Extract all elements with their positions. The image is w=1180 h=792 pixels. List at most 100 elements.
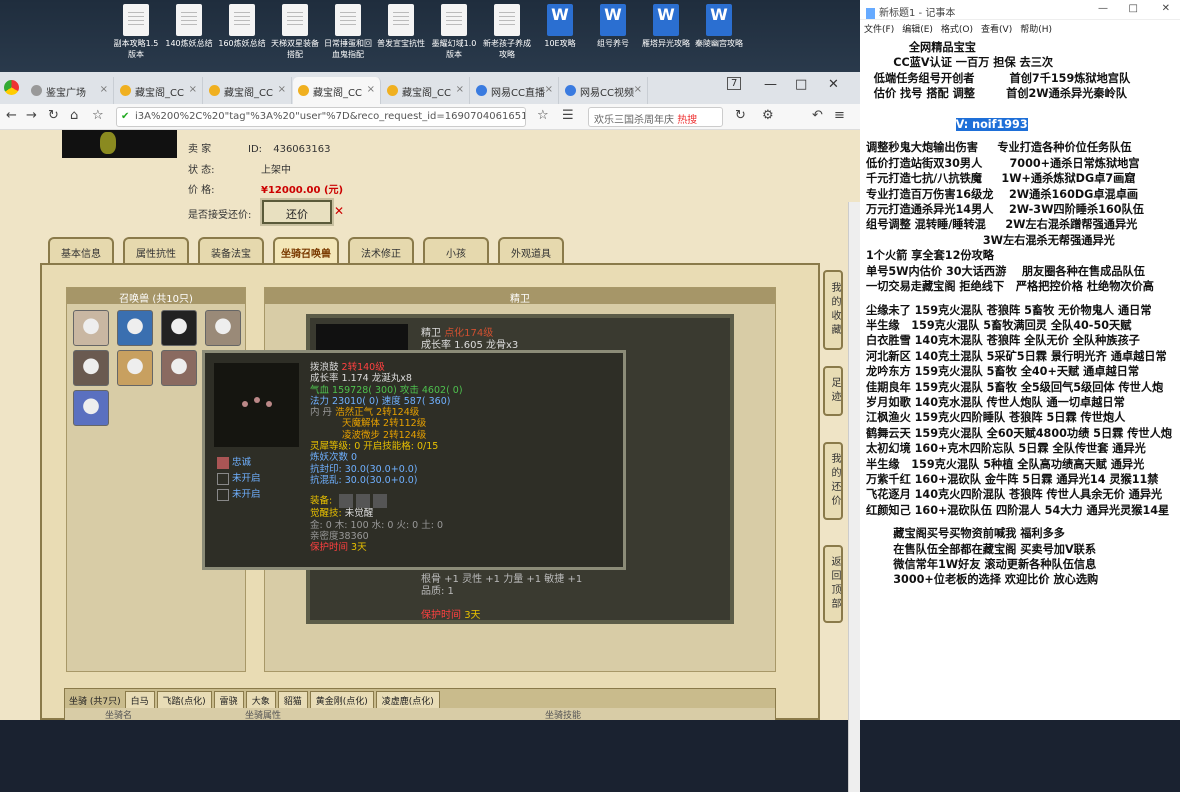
minimize-button[interactable]: — xyxy=(764,77,777,92)
role-thumbnail xyxy=(62,130,177,158)
undo-icon[interactable]: ↶ xyxy=(812,108,823,123)
notepad-menu-5[interactable]: 帮助(H) xyxy=(1020,25,1052,35)
tab-close-icon[interactable]: × xyxy=(100,84,108,95)
browser-tab-7[interactable]: 网易CC视频 × xyxy=(560,77,648,104)
refresh-icon[interactable]: ↻ xyxy=(48,108,59,123)
side-button-1[interactable]: 我的收藏 xyxy=(823,270,843,350)
search-box[interactable]: 欢乐三国杀周年庆 热搜 xyxy=(588,107,723,127)
equip-slot-1[interactable] xyxy=(339,494,354,509)
notepad-close-button[interactable]: ✕ xyxy=(1162,3,1170,14)
pet-avatar-7[interactable] xyxy=(161,350,197,386)
skill-row-3[interactable]: 未开启 xyxy=(217,487,261,503)
reload-icon[interactable]: ↻ xyxy=(735,108,746,123)
desktop-icon-8[interactable]: 新老孩子养成攻略 xyxy=(481,4,533,60)
desktop-icon-11[interactable]: 雁塔异光攻略 xyxy=(640,4,692,49)
browser-toolbar: ← → ↻ ⌂ ☆ ✔ i3A%200%2C%20"tag"%3A%20"user… xyxy=(0,104,860,130)
pet-avatar-2[interactable] xyxy=(117,310,153,346)
notepad-menu-3[interactable]: 格式(O) xyxy=(941,25,973,35)
page-tab-5[interactable]: 法术修正 xyxy=(348,237,414,263)
tab-close-icon[interactable]: × xyxy=(545,84,553,95)
side-button-3[interactable]: 我的还价 xyxy=(823,442,843,520)
tab-close-icon[interactable]: × xyxy=(634,84,642,95)
tooltip-growth: 成长率 1.174 龙涎丸x8 xyxy=(310,373,412,385)
browser-tab-4[interactable]: 藏宝阁_CC × xyxy=(293,77,381,104)
desktop-icon-1[interactable]: 副本攻略1.5版本 xyxy=(110,4,162,60)
page-tab-6[interactable]: 小孩 xyxy=(423,237,489,263)
notepad-line xyxy=(866,295,1180,303)
page-tab-3[interactable]: 装备法宝 xyxy=(198,237,264,263)
menu-icon[interactable]: ☰ xyxy=(562,108,574,123)
desktop-icon-4[interactable]: 天梯双星装备搭配 xyxy=(269,4,321,60)
forward-icon[interactable]: → xyxy=(26,108,37,123)
skill-row-1[interactable]: 忠诚 xyxy=(217,455,261,471)
tooltip-awaken-label: 觉醒技: xyxy=(310,508,342,520)
notepad-maximize-button[interactable]: □ xyxy=(1129,3,1138,14)
browser-tab-2[interactable]: 藏宝阁_CC × xyxy=(115,77,203,104)
tab-favicon-icon xyxy=(209,85,220,96)
seller-id-label: ID: xyxy=(248,144,263,155)
tab-close-icon[interactable]: × xyxy=(367,84,375,95)
desktop-icon-5[interactable]: 日常捶蛋和回血鬼指配 xyxy=(322,4,374,60)
tab-close-icon[interactable]: × xyxy=(278,84,286,95)
pet-avatar-9[interactable] xyxy=(73,390,109,426)
desktop-icon-9[interactable]: 10E攻略 xyxy=(534,4,586,49)
desktop-icon-7[interactable]: 墨耀幻域1.0版本 xyxy=(428,4,480,60)
side-button-2[interactable]: 足迹 xyxy=(823,366,843,416)
page-tab-1[interactable]: 基本信息 xyxy=(48,237,114,263)
back-icon[interactable]: ← xyxy=(6,108,17,123)
maximize-button[interactable]: □ xyxy=(795,77,807,92)
side-button-4[interactable]: 返回顶部 xyxy=(823,545,843,623)
tab-close-icon[interactable]: × xyxy=(189,84,197,95)
pet-avatar-4[interactable] xyxy=(205,310,241,346)
extension-icon[interactable]: ⚙ xyxy=(762,108,774,123)
tab-favicon-icon xyxy=(31,85,42,96)
notepad-menu-1[interactable]: 文件(F) xyxy=(864,25,894,35)
close-button[interactable]: ✕ xyxy=(828,77,839,92)
browser-logo-icon[interactable] xyxy=(4,80,19,95)
pet-list-header: 召唤兽 (共10只) xyxy=(67,288,245,305)
home-icon[interactable]: ⌂ xyxy=(70,108,78,123)
pet-avatar-1[interactable] xyxy=(73,310,109,346)
more-menu-icon[interactable]: ≡ xyxy=(834,108,845,123)
notepad-window: 新标题1 - 记事本 — □ ✕ 文件(F) 编辑(E) 格式(O) 查看(V) 帮助(… xyxy=(860,0,1180,720)
notepad-menu-2[interactable]: 编辑(E) xyxy=(902,25,933,35)
word-document-icon xyxy=(600,4,626,36)
desktop-icon-label: 秦陵幽宫攻略 xyxy=(695,39,743,48)
desktop-icon-10[interactable]: 组号养号 xyxy=(587,4,639,49)
bargain-button[interactable]: 还价 xyxy=(262,200,332,224)
pet-avatar-6[interactable] xyxy=(117,350,153,386)
address-bar[interactable]: ✔ i3A%200%2C%20"tag"%3A%20"user"%7D&reco_… xyxy=(116,107,526,127)
desktop-icon-3[interactable]: 160炼妖总结 xyxy=(216,4,268,49)
browser-tab-5[interactable]: 藏宝阁_CC × xyxy=(382,77,470,104)
word-document-icon xyxy=(706,4,732,36)
bookmark-star-icon[interactable]: ☆ xyxy=(537,108,549,123)
tab-count-badge[interactable]: 7 xyxy=(727,77,742,90)
page-tab-2[interactable]: 属性抗性 xyxy=(123,237,189,263)
notepad-text-area[interactable]: 全网精品宝宝 CC蓝V认证 一百万 担保 去三次 低端任务组号开创者 首创7千1… xyxy=(860,40,1180,720)
tab-close-icon[interactable]: × xyxy=(456,84,464,95)
skill-row-2[interactable]: 未开启 xyxy=(217,471,261,487)
notepad-menu-4[interactable]: 查看(V) xyxy=(981,25,1012,35)
desktop-icon-2[interactable]: 140炼妖总结 xyxy=(163,4,215,49)
desktop-icon-6[interactable]: 普发宣宝抗性 xyxy=(375,4,427,49)
page-scrollbar[interactable] xyxy=(848,202,860,792)
tooltip-intimacy: 亲密度38360 xyxy=(310,530,369,542)
favorite-icon[interactable]: ☆ xyxy=(92,108,104,123)
browser-tab-3[interactable]: 藏宝阁_CC × xyxy=(204,77,292,104)
close-bargain-icon[interactable]: ✕ xyxy=(334,204,344,218)
page-tab-7[interactable]: 外观道具 xyxy=(498,237,564,263)
equip-slot-2[interactable] xyxy=(356,494,371,509)
page-tab-4[interactable]: 坐骑召唤兽 xyxy=(273,237,339,263)
tooltip-mp: 法力 23010( 0) 速度 587( 360) xyxy=(310,395,451,407)
pet-avatar-3[interactable] xyxy=(161,310,197,346)
equip-slot-3[interactable] xyxy=(373,494,388,509)
pet-avatar-5[interactable] xyxy=(73,350,109,386)
status-row: 状 态: 上架中 xyxy=(188,161,291,176)
notepad-menubar: 文件(F) 编辑(E) 格式(O) 查看(V) 帮助(H) xyxy=(860,20,1180,37)
desktop-icon-12[interactable]: 秦陵幽宫攻略 xyxy=(693,4,745,49)
notepad-line: 江枫渔火 159克火四阶睡队 苍狼阵 5日霖 传世炮人 xyxy=(866,411,1126,425)
browser-tab-6[interactable]: 网易CC直播 × xyxy=(471,77,559,104)
browser-tab-1[interactable]: 鉴宝广场 × xyxy=(26,77,114,104)
notepad-line: CC蓝V认证 一百万 担保 去三次 xyxy=(866,56,1054,70)
notepad-minimize-button[interactable]: — xyxy=(1098,3,1108,14)
